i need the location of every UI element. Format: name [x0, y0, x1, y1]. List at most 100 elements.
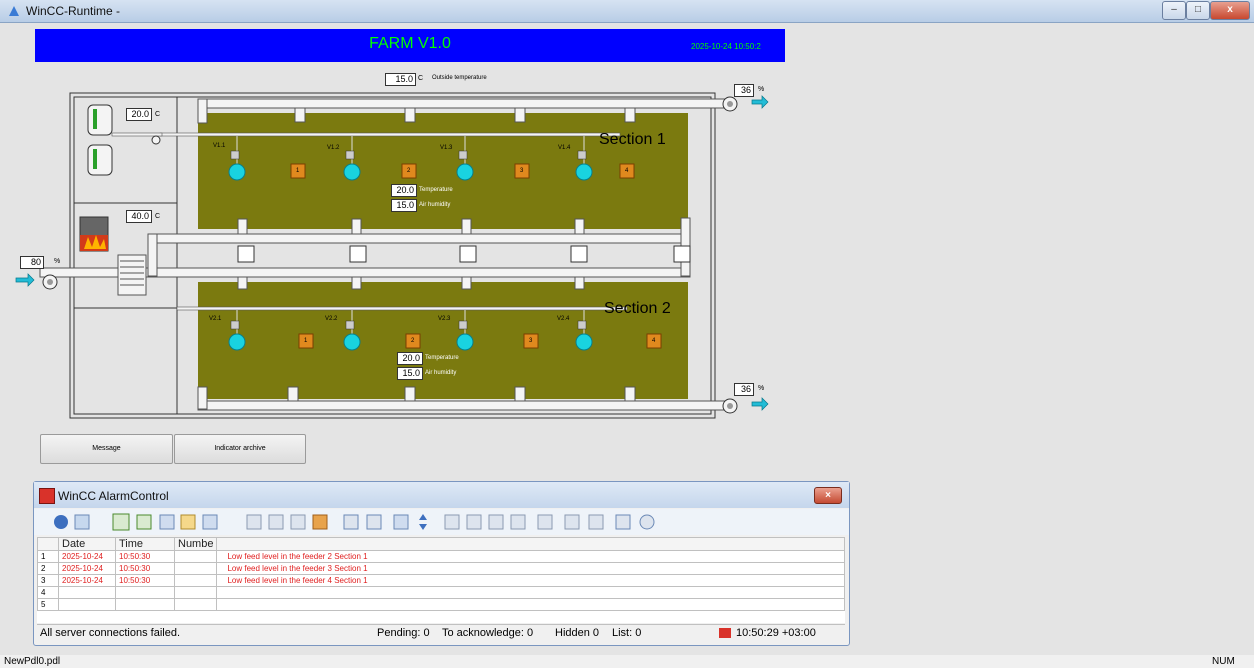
section2-temperature-label: Temperature	[425, 355, 459, 361]
row-message: Low feed level in the feeder 4 Section 1	[216, 574, 845, 587]
alarm-table-header: Date Time Numbe	[37, 537, 845, 551]
col-time[interactable]: Time	[115, 537, 175, 551]
long-term-archive-icon	[159, 514, 175, 530]
inlet-fan-value[interactable]: 80	[20, 256, 44, 269]
section1-temperature-label: Temperature	[419, 187, 453, 193]
row-number: 2	[37, 562, 59, 575]
row-number: 3	[37, 574, 59, 587]
row-number: 1	[37, 550, 59, 563]
config-icon	[74, 514, 90, 530]
list-count: List: 0	[612, 627, 642, 639]
minimize-button[interactable]: –	[1162, 1, 1186, 20]
row-date	[58, 586, 116, 599]
heating-pipe-upper	[154, 233, 691, 244]
row-time: 10:50:30	[115, 550, 175, 563]
window-title: WinCC-Runtime -	[26, 4, 121, 18]
message-list-icon	[112, 513, 130, 531]
row-date: 2025-10-24	[58, 550, 116, 563]
window-title-bar: WinCC-Runtime - – □ x	[0, 0, 1254, 23]
row-number: 4	[37, 586, 59, 599]
next-message-icon	[488, 514, 504, 530]
valve-label: V1.1	[213, 143, 226, 149]
alarm-control-icon	[39, 488, 55, 504]
row-number: 5	[37, 598, 59, 611]
previous-message-icon	[466, 514, 482, 530]
wincc-app-icon	[9, 6, 19, 16]
valve-label: V2.2	[325, 316, 338, 322]
row-alarm-number	[173, 550, 218, 563]
row-alarm-number	[173, 574, 218, 587]
damper-1	[237, 245, 255, 263]
feeder-number: 1	[304, 338, 308, 344]
group-ack-icon	[268, 514, 284, 530]
alarm-toolbar	[34, 509, 849, 535]
row-time	[115, 598, 175, 611]
alarm-status-time: 10:50:29 +03:00	[736, 627, 816, 639]
selection-icon	[343, 514, 359, 530]
row-time: 10:50:30	[115, 562, 175, 575]
heater-temp-value[interactable]: 40.0	[126, 210, 152, 223]
col-number[interactable]: Numbe	[173, 537, 218, 551]
current-picture-file: NewPdl0.pdl	[4, 656, 61, 667]
close-button[interactable]: x	[1210, 1, 1250, 20]
short-term-archive-icon	[136, 514, 152, 530]
hit-list-icon	[202, 514, 218, 530]
maximize-button[interactable]: □	[1186, 1, 1210, 20]
feeder-number: 4	[652, 338, 656, 344]
section2-temperature-value[interactable]: 20.0	[397, 352, 423, 365]
alarm-table[interactable]: Date Time Numbe 1 2025-10-24 10:50:30 Lo…	[37, 537, 845, 623]
bottom-exhaust-fan-icon	[722, 397, 769, 414]
table-row[interactable]: 2 2025-10-24 10:50:30 Low feed level in …	[37, 562, 845, 575]
row-alarm-number	[173, 598, 218, 611]
alarm-control-title: WinCC AlarmControl	[58, 489, 169, 503]
lock-list-icon	[180, 514, 196, 530]
hidden-count: Hidden 0	[555, 627, 600, 639]
col-message[interactable]	[216, 537, 845, 551]
horn-ack-icon	[312, 514, 328, 530]
outside-temp-label: Outside temperature	[432, 75, 487, 81]
pending-count: Pending: 0	[377, 627, 430, 639]
row-time: 10:50:30	[115, 574, 175, 587]
inlet-fan-unit: %	[54, 258, 61, 265]
alarm-close-button[interactable]: ×	[814, 487, 842, 504]
row-date	[58, 598, 116, 611]
display-options-icon	[366, 514, 382, 530]
row-message: Low feed level in the feeder 3 Section 1	[216, 562, 845, 575]
section1-humidity-value[interactable]: 15.0	[391, 199, 417, 212]
col-index	[37, 537, 59, 551]
app-status-bar: NewPdl0.pdl NUM	[0, 655, 1254, 668]
autoscroll-icon	[419, 514, 427, 530]
table-row[interactable]: 1 2025-10-24 10:50:30 Low feed level in …	[37, 550, 845, 563]
section1-temperature-value[interactable]: 20.0	[391, 184, 417, 197]
water-pump	[151, 135, 161, 145]
heater-temp-unit: C	[155, 213, 161, 220]
bottom-exhaust-value[interactable]: 36	[734, 383, 754, 396]
comment-icon	[564, 514, 580, 530]
farm-title: FARM V1.0	[369, 35, 451, 52]
table-row[interactable]: 4	[37, 586, 845, 599]
water-pipe-section2	[176, 306, 628, 311]
damper-4	[570, 245, 588, 263]
bottom-exhaust-pipe	[197, 400, 729, 411]
alarm-control-caption: WinCC AlarmControl ×	[34, 482, 849, 508]
section1-humidity-label: Air humidity	[419, 202, 451, 208]
boiler-temp-value[interactable]: 20.0	[126, 108, 152, 121]
valve-label: V1.4	[558, 145, 571, 151]
col-date[interactable]: Date	[58, 537, 116, 551]
message-button[interactable]: Message	[40, 434, 173, 464]
table-row[interactable]: 3 2025-10-24 10:50:30 Low feed level in …	[37, 574, 845, 587]
top-exhaust-value[interactable]: 36	[734, 84, 754, 97]
top-exhaust-pipe	[197, 98, 729, 109]
valve-label: V1.2	[327, 145, 340, 151]
valve-label: V1.3	[440, 145, 453, 151]
farm-process-diagram	[15, 92, 769, 419]
section2-humidity-value[interactable]: 15.0	[397, 367, 423, 380]
feeder-number: 4	[625, 168, 629, 174]
table-row[interactable]: 5	[37, 598, 845, 611]
furnace-icon	[79, 216, 109, 252]
row-alarm-number	[173, 562, 218, 575]
time-base-icon	[639, 514, 655, 530]
indicator-archive-button[interactable]: Indicator archive	[174, 434, 306, 464]
inlet-fan-icon	[15, 273, 58, 290]
alarm-control-window: WinCC AlarmControl × Date Time Numbe 1 2…	[33, 481, 850, 646]
